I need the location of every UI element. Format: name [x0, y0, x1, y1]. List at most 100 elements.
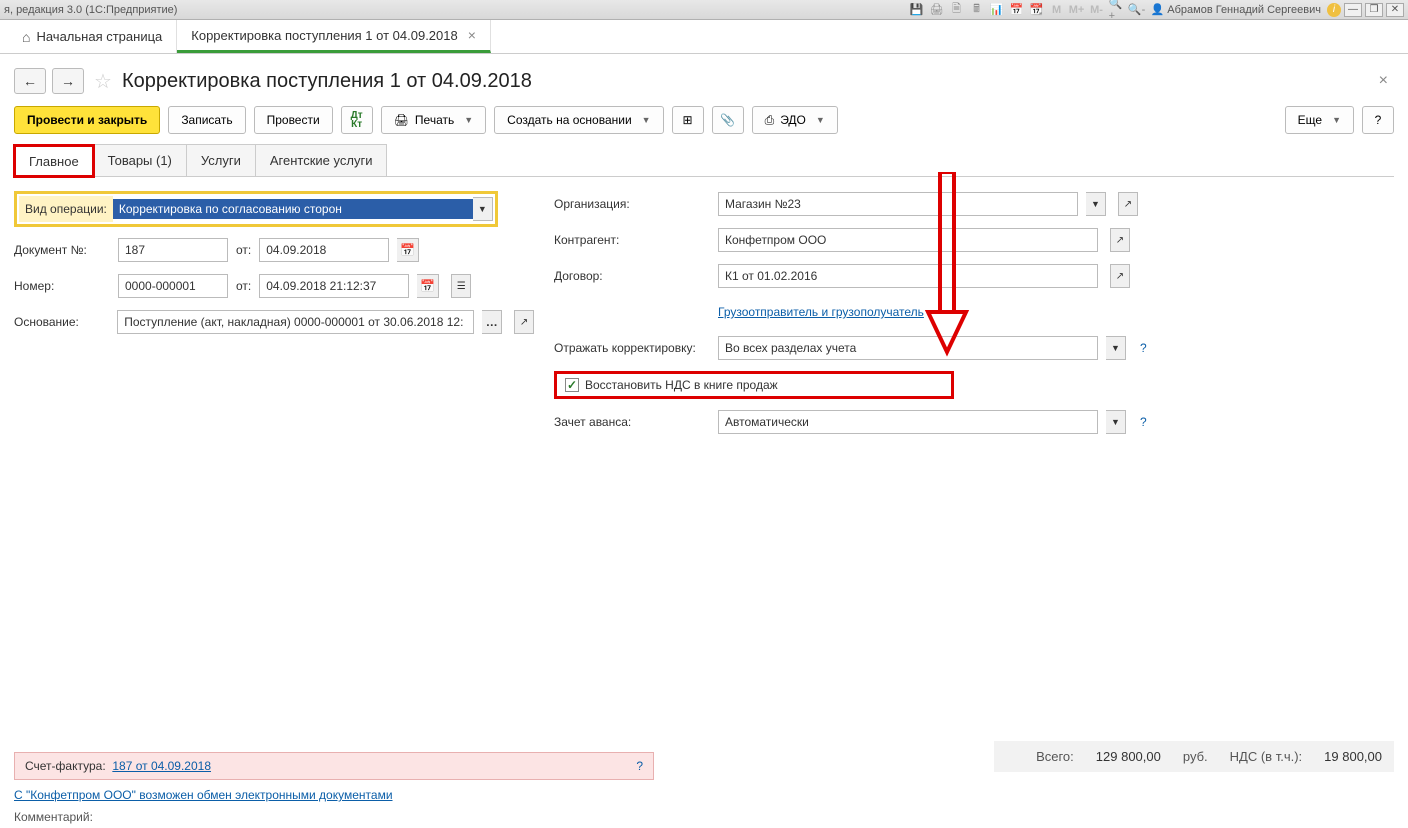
- chevron-down-icon: ▼: [816, 115, 825, 125]
- tb-zoom-out-icon[interactable]: 🔍-: [1129, 2, 1145, 18]
- total-label: Всего:: [1036, 749, 1074, 764]
- contragent-input[interactable]: Конфетпром ООО: [718, 228, 1098, 252]
- edo-icon: ⎙: [765, 113, 775, 128]
- favorite-icon[interactable]: ☆: [94, 69, 112, 94]
- save-button[interactable]: Записать: [168, 106, 245, 134]
- reflect-dropdown[interactable]: ▼: [1106, 336, 1126, 360]
- number-input[interactable]: 0000-000001: [118, 274, 228, 298]
- tab-goods[interactable]: Товары (1): [93, 144, 187, 176]
- home-icon: ⌂: [22, 29, 30, 45]
- more-button[interactable]: Еще ▼: [1285, 106, 1354, 134]
- tab-main[interactable]: Главное: [14, 145, 94, 177]
- back-button[interactable]: ←: [14, 68, 46, 94]
- number-datetime-input[interactable]: 04.09.2018 21:12:37: [259, 274, 409, 298]
- app-title: я, редакция 3.0 (1С:Предприятие): [4, 4, 177, 16]
- basis-label: Основание:: [14, 315, 109, 329]
- invoice-link[interactable]: 187 от 04.09.2018: [112, 759, 211, 773]
- tab-services[interactable]: Услуги: [186, 144, 256, 176]
- number-from-label: от:: [236, 279, 251, 293]
- reflect-label: Отражать корректировку:: [554, 341, 710, 355]
- reflect-input[interactable]: Во всех разделах учета: [718, 336, 1098, 360]
- contract-input[interactable]: К1 от 01.02.2016: [718, 264, 1098, 288]
- page-close-button[interactable]: ×: [1379, 72, 1388, 90]
- minimize-button[interactable]: —: [1344, 3, 1362, 17]
- edo-note-link[interactable]: С "Конфетпром ООО" возможен обмен электр…: [14, 788, 393, 802]
- advance-help[interactable]: ?: [1140, 415, 1147, 429]
- nav-home-label: Начальная страница: [36, 29, 162, 44]
- info-icon[interactable]: i: [1327, 3, 1341, 17]
- advance-dropdown[interactable]: ▼: [1106, 410, 1126, 434]
- page-title: Корректировка поступления 1 от 04.09.201…: [122, 70, 532, 93]
- printer-icon: 🖨: [394, 113, 409, 127]
- restore-nds-highlight: Восстановить НДС в книге продаж: [554, 371, 954, 399]
- post-button[interactable]: Провести: [254, 106, 333, 134]
- user-name: Абрамов Геннадий Сергеевич: [1167, 4, 1321, 16]
- tb-calendar-icon[interactable]: 📅: [1009, 2, 1025, 18]
- tb-zoom-in-icon[interactable]: 🔍+: [1109, 2, 1125, 18]
- nav-home[interactable]: ⌂ Начальная страница: [8, 20, 177, 53]
- operation-type-dropdown[interactable]: ▼: [473, 197, 493, 221]
- close-window-button[interactable]: ✕: [1386, 3, 1404, 17]
- number-extra-button[interactable]: ☰: [451, 274, 471, 298]
- attach-button[interactable]: 📎: [712, 106, 744, 134]
- total-value: 129 800,00: [1096, 749, 1161, 764]
- chevron-down-icon: ▼: [464, 115, 473, 125]
- chevron-down-icon: ▼: [642, 115, 651, 125]
- reflect-help[interactable]: ?: [1140, 341, 1147, 355]
- tb-m-icon[interactable]: M: [1049, 2, 1065, 18]
- structure-button[interactable]: ⊞: [672, 106, 704, 134]
- doc-date-input[interactable]: 04.09.2018: [259, 238, 389, 262]
- help-button[interactable]: ?: [1362, 106, 1394, 134]
- advance-input[interactable]: Автоматически: [718, 410, 1098, 434]
- nav-doc[interactable]: Корректировка поступления 1 от 04.09.201…: [177, 20, 491, 53]
- user-icon: 👤: [1151, 3, 1165, 16]
- create-based-button[interactable]: Создать на основании ▼: [494, 106, 663, 134]
- operation-type-value[interactable]: Корректировка по согласованию сторон: [113, 199, 473, 219]
- advance-label: Зачет аванса:: [554, 415, 710, 429]
- contragent-open-button[interactable]: ↗: [1110, 228, 1130, 252]
- basis-ellipsis[interactable]: …: [482, 310, 502, 334]
- doc-from-label: от:: [236, 243, 251, 257]
- comment-label: Комментарий:: [14, 810, 93, 824]
- user-menu[interactable]: 👤 Абрамов Геннадий Сергеевич: [1151, 3, 1321, 16]
- nds-label: НДС (в т.ч.):: [1230, 749, 1303, 764]
- restore-nds-label: Восстановить НДС в книге продаж: [585, 378, 778, 392]
- forward-button[interactable]: →: [52, 68, 84, 94]
- invoice-row: Счет-фактура: 187 от 04.09.2018 ?: [14, 752, 654, 780]
- tb-date-icon[interactable]: 📆: [1029, 2, 1045, 18]
- tb-report-icon[interactable]: 📊: [989, 2, 1005, 18]
- restore-button[interactable]: ❐: [1365, 3, 1383, 17]
- nav-doc-close[interactable]: ×: [468, 27, 476, 43]
- org-dropdown[interactable]: ▼: [1086, 192, 1106, 216]
- basis-open-button[interactable]: ↗: [514, 310, 534, 334]
- edo-button[interactable]: ⎙ ЭДО ▼: [752, 106, 838, 134]
- number-datetime-calendar[interactable]: 📅: [417, 274, 439, 298]
- tb-calc-icon[interactable]: 🖩: [969, 2, 985, 18]
- tab-agent[interactable]: Агентские услуги: [255, 144, 388, 176]
- chevron-down-icon: ▼: [1332, 115, 1341, 125]
- tb-doc-icon[interactable]: 🗎: [949, 2, 965, 18]
- operation-type-label: Вид операции:: [19, 196, 113, 222]
- doc-no-input[interactable]: 187: [118, 238, 228, 262]
- doc-date-calendar[interactable]: 📅: [397, 238, 419, 262]
- tb-mplus-icon[interactable]: M+: [1069, 2, 1085, 18]
- contract-label: Договор:: [554, 269, 710, 283]
- invoice-help[interactable]: ?: [636, 759, 643, 773]
- tb-save-icon[interactable]: 💾: [909, 2, 925, 18]
- restore-nds-checkbox[interactable]: [565, 378, 579, 392]
- invoice-label: Счет-фактура:: [25, 759, 106, 773]
- post-and-close-button[interactable]: Провести и закрыть: [14, 106, 160, 134]
- currency-label: руб.: [1183, 749, 1208, 764]
- doc-no-label: Документ №:: [14, 243, 110, 257]
- tb-print-icon[interactable]: 🖨: [929, 2, 945, 18]
- nav-doc-label: Корректировка поступления 1 от 04.09.201…: [191, 28, 457, 43]
- shipper-link[interactable]: Грузоотправитель и грузополучатель: [718, 305, 924, 319]
- basis-input[interactable]: Поступление (акт, накладная) 0000-000001…: [117, 310, 474, 334]
- org-open-button[interactable]: ↗: [1118, 192, 1138, 216]
- print-button[interactable]: 🖨 Печать ▼: [381, 106, 486, 134]
- contract-open-button[interactable]: ↗: [1110, 264, 1130, 288]
- tb-mminus-icon[interactable]: M-: [1089, 2, 1105, 18]
- dtkt-button[interactable]: ДтКт: [341, 106, 373, 134]
- org-input[interactable]: Магазин №23: [718, 192, 1078, 216]
- org-label: Организация:: [554, 197, 710, 211]
